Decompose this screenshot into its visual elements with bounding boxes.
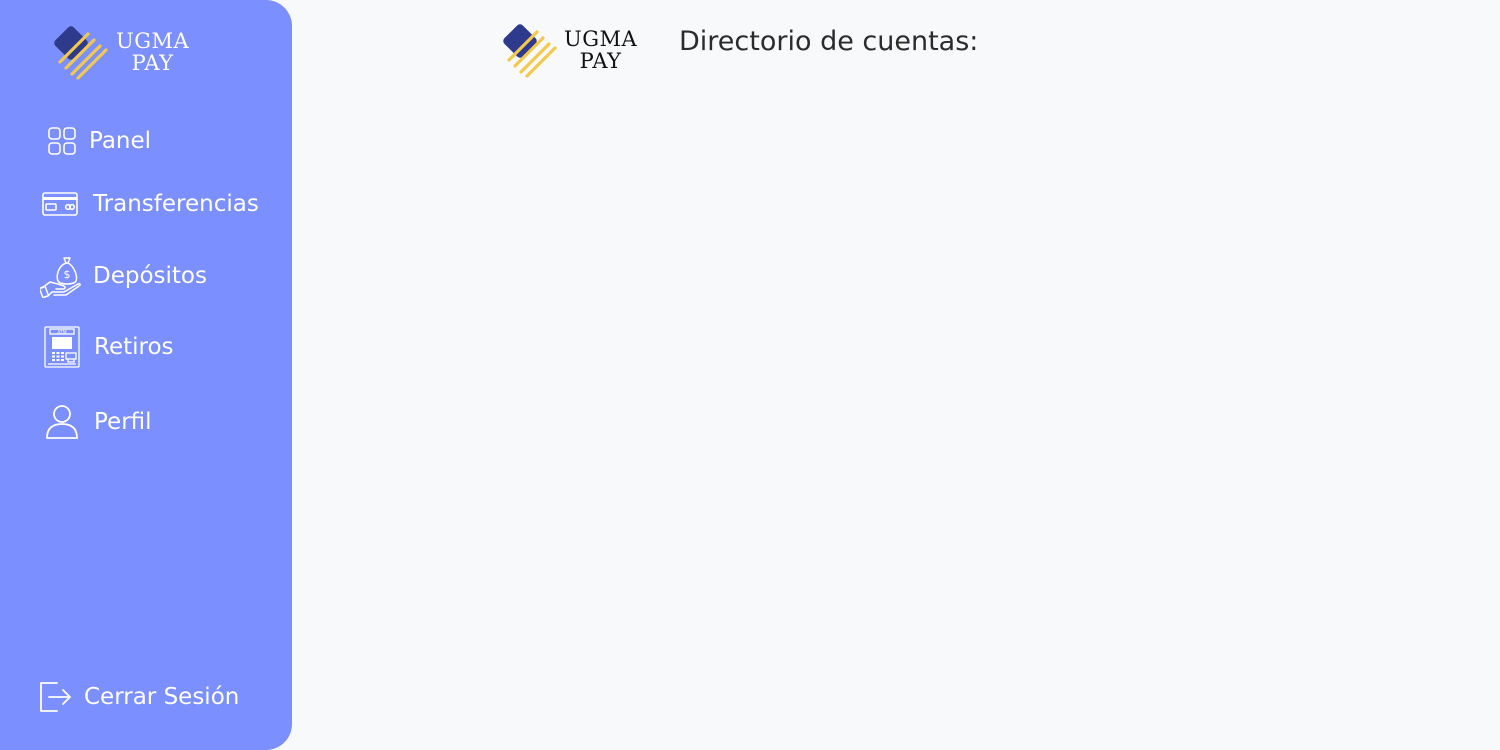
svg-text:ATM: ATM	[57, 329, 66, 335]
credit-card-icon	[42, 192, 78, 216]
logo-mark-icon	[503, 24, 557, 78]
money-bag-hand-icon: $	[40, 254, 82, 298]
logo-line-2: PAY	[131, 50, 174, 75]
logo-line-1: UGMA	[564, 26, 638, 51]
sidebar-item-label: Transferencias	[93, 191, 259, 217]
sidebar: UGMA PAY Panel Transferencias $ Depósito…	[0, 0, 292, 750]
sidebar-item-label: Depósitos	[93, 263, 207, 289]
logout-icon	[39, 681, 73, 713]
sidebar-item-transferencias[interactable]: Transferencias	[42, 191, 259, 217]
sidebar-logo[interactable]: UGMA PAY	[50, 24, 189, 80]
logo-wordmark: UGMA PAY	[564, 26, 638, 73]
logout-button[interactable]: Cerrar Sesión	[39, 681, 239, 713]
user-icon	[45, 404, 79, 440]
logo-mark-icon	[54, 26, 108, 80]
sidebar-item-label: Panel	[89, 128, 152, 154]
logo-line-2: PAY	[579, 48, 622, 73]
sidebar-item-label: Perfil	[94, 409, 152, 435]
logout-label: Cerrar Sesión	[84, 684, 240, 710]
page-title: Directorio de cuentas:	[679, 26, 979, 57]
logo-wordmark: UGMA PAY	[116, 28, 190, 75]
sidebar-item-label: Retiros	[94, 334, 174, 360]
sidebar-item-panel[interactable]: Panel	[40, 126, 151, 156]
header-logo: UGMA PAY	[498, 22, 637, 78]
logo-line-1: UGMA	[116, 28, 190, 53]
sidebar-item-retiros[interactable]: ATM Retiros	[44, 326, 174, 368]
svg-text:$: $	[64, 268, 71, 281]
atm-icon: ATM	[44, 326, 80, 368]
sidebar-item-depositos[interactable]: $ Depósitos	[40, 254, 207, 298]
sidebar-item-perfil[interactable]: Perfil	[45, 404, 152, 440]
grid-icon	[40, 126, 84, 156]
